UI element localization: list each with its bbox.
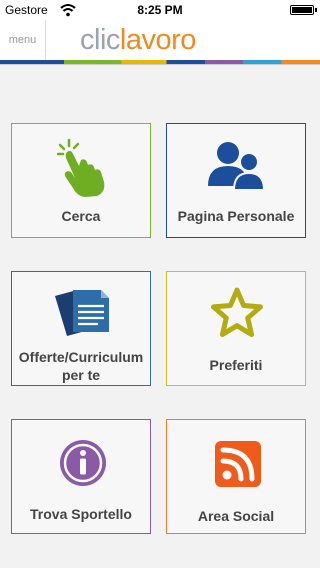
info-icon xyxy=(60,440,106,486)
users-icon xyxy=(208,142,264,191)
tile-offerte-curriculum[interactable]: Offerte/Curriculum per te xyxy=(11,271,151,386)
tile-preferiti[interactable]: Preferiti xyxy=(166,271,306,386)
tile-label: Trova Sportello xyxy=(30,506,132,522)
app-logo: cliclavoro xyxy=(80,22,196,58)
logo-text-lavoro: lavoro xyxy=(119,24,197,56)
clock: 8:25 PM xyxy=(137,3,183,17)
tile-label: Area Social xyxy=(197,508,275,524)
hand-pointer-icon xyxy=(57,138,105,197)
tile-label: Offerte/Curriculum per te xyxy=(18,349,144,383)
menu-button[interactable]: menu xyxy=(0,20,46,60)
tile-cerca[interactable]: Cerca xyxy=(11,123,151,238)
rss-icon xyxy=(215,441,261,487)
tile-label: Pagina Personale xyxy=(177,208,295,224)
tile-area-social[interactable]: Area Social xyxy=(166,419,306,534)
logo-text-clic: clic xyxy=(80,24,120,56)
tile-pagina-personale[interactable]: Pagina Personale xyxy=(166,123,306,238)
battery-icon xyxy=(290,5,317,15)
tile-trova-sportello[interactable]: Trova Sportello xyxy=(11,419,151,534)
header-divider xyxy=(0,64,320,65)
tile-label: Cerca xyxy=(61,208,101,224)
tile-label: Preferiti xyxy=(209,357,263,373)
app-header: menu cliclavoro xyxy=(0,20,320,60)
documents-icon xyxy=(55,290,109,336)
star-icon xyxy=(211,287,263,337)
status-bar: Gestore 8:25 PM xyxy=(0,0,320,20)
